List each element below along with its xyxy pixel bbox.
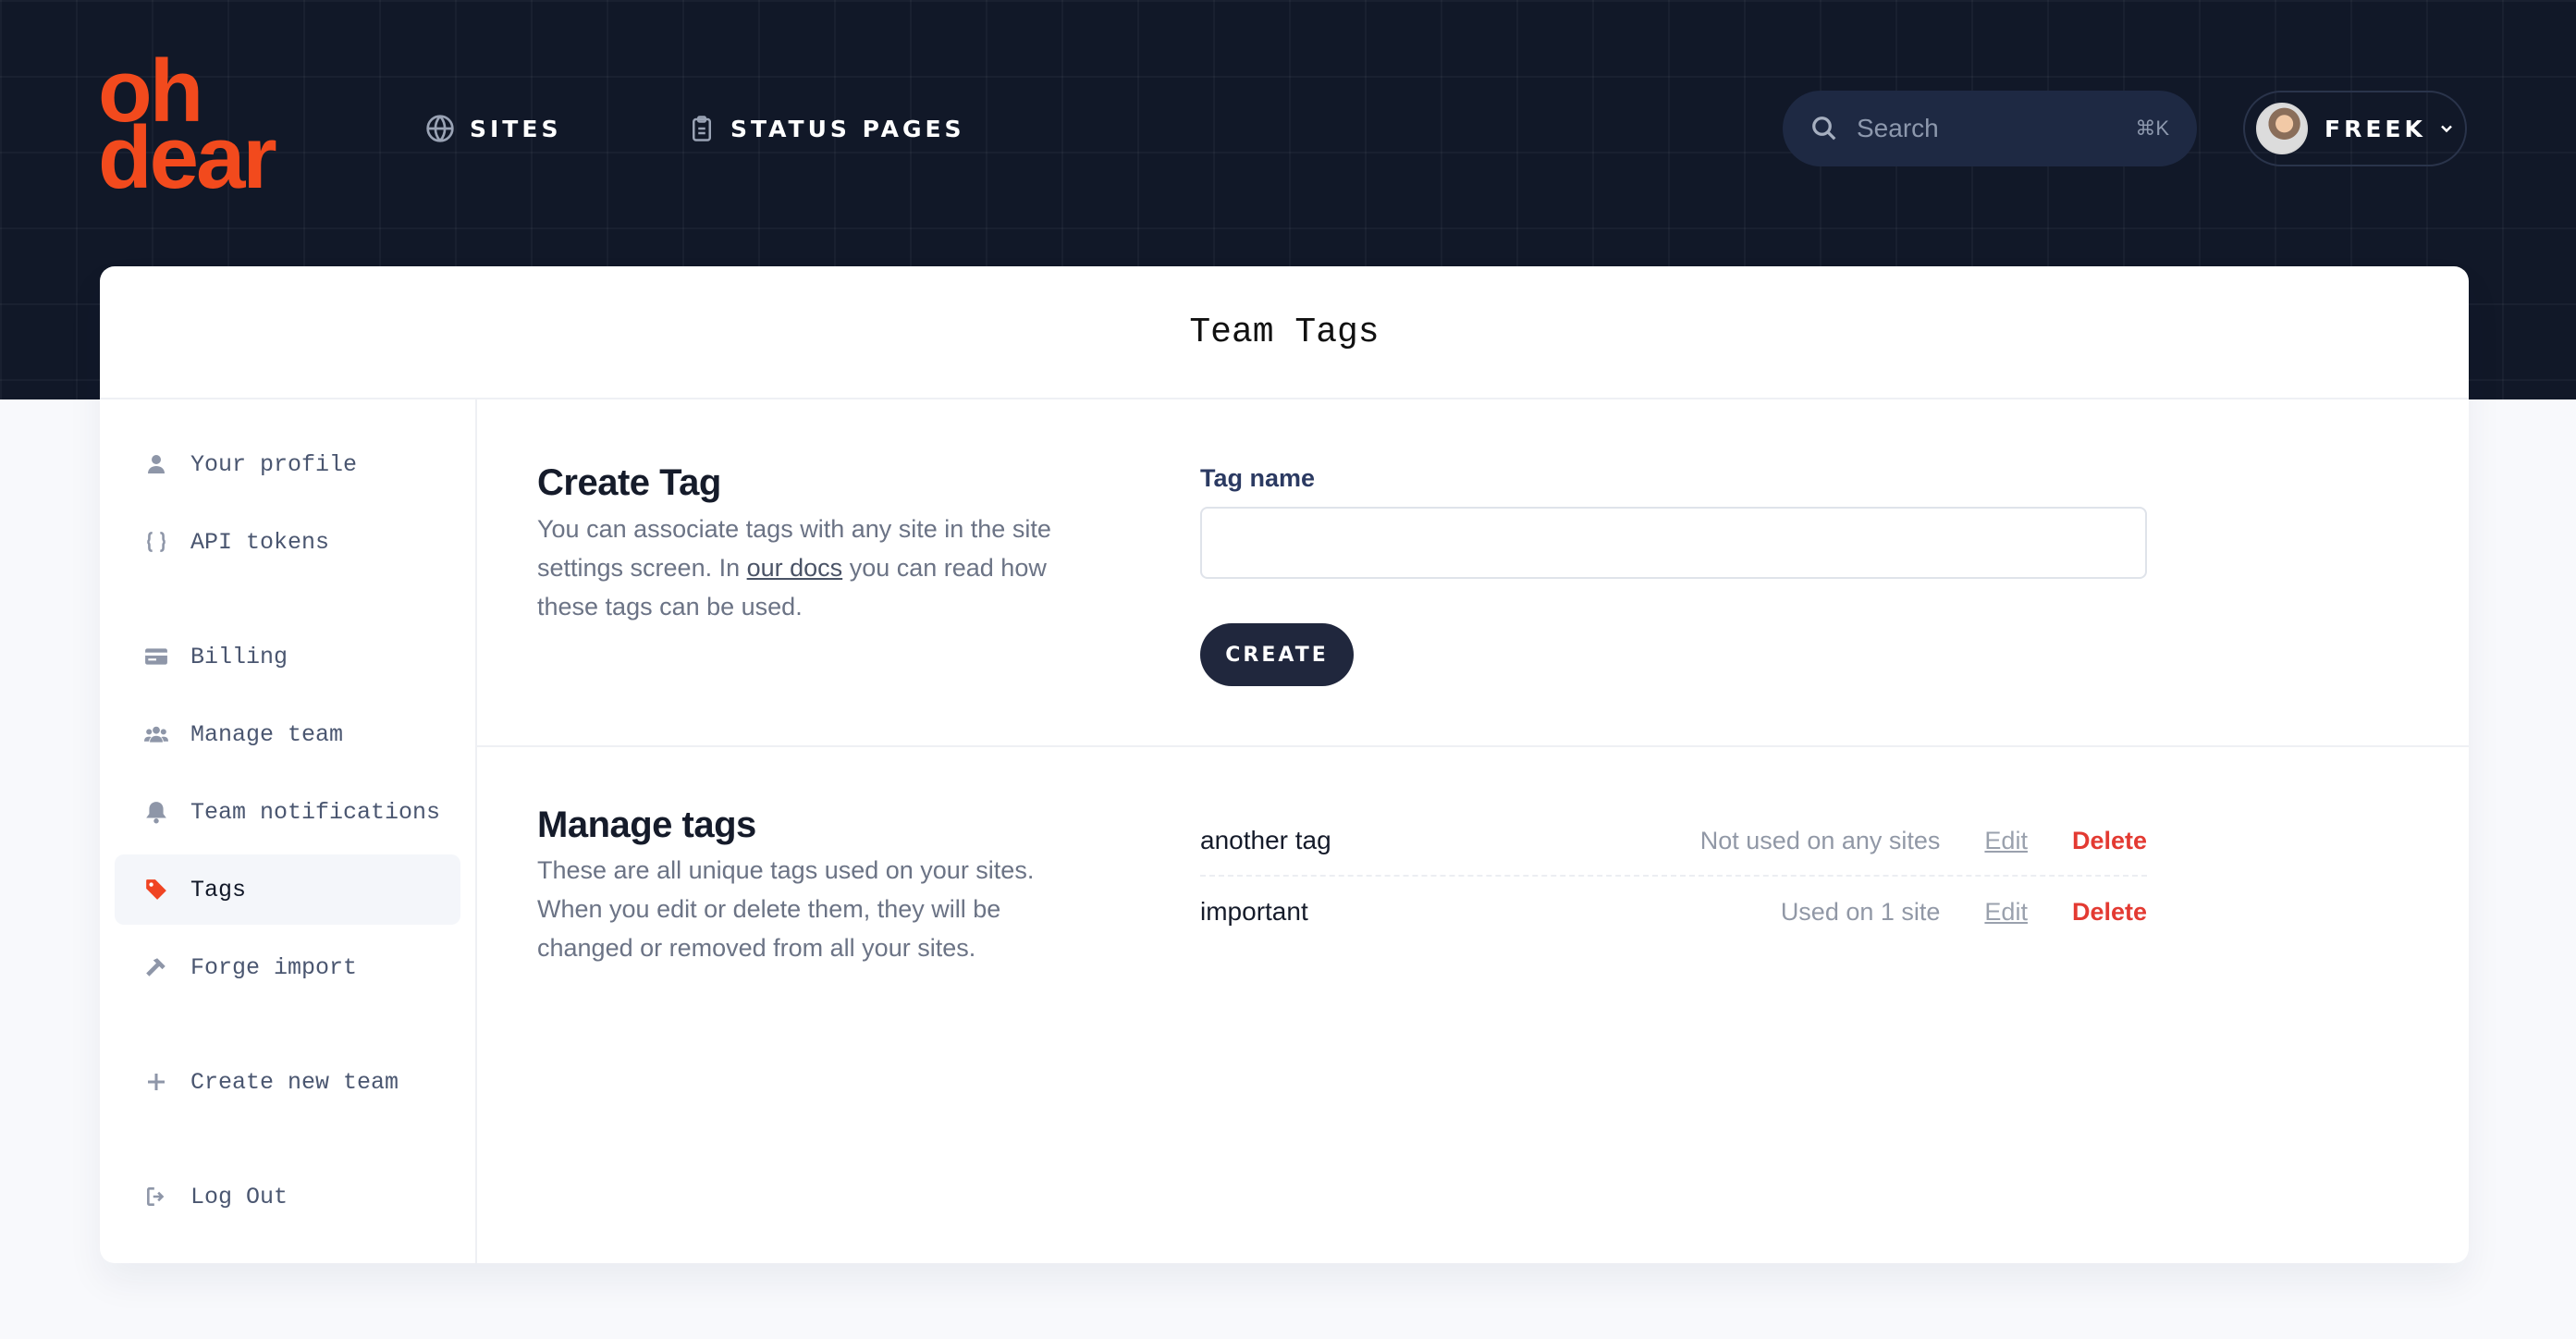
sidebar-item-log-out[interactable]: Log Out: [115, 1161, 460, 1232]
tag-name-label: Tag name: [1200, 464, 1316, 492]
section-divider: [477, 745, 2469, 747]
sidebar-item-team-notifications[interactable]: Team notifications: [115, 777, 460, 847]
settings-card: Team Tags Your profile API tokens Billin…: [100, 266, 2469, 1263]
tag-name: another tag: [1200, 826, 1331, 854]
table-row: another tag Not used on any sites Edit D…: [1200, 806, 2147, 877]
tag-name: important: [1200, 897, 1308, 926]
tag-name-input[interactable]: [1200, 507, 2147, 579]
sidebar-item-label: Forge import: [190, 953, 358, 981]
sidebar-item-your-profile[interactable]: Your profile: [115, 429, 460, 499]
page-title: Team Tags: [100, 266, 2469, 399]
search-placeholder: Search: [1857, 114, 1939, 142]
nav-sites[interactable]: SITES: [425, 109, 561, 148]
sidebar-item-label: Create new team: [190, 1068, 399, 1096]
user-name: FREEK: [2325, 115, 2426, 142]
edit-link[interactable]: Edit: [1984, 827, 2028, 855]
globe-icon: [426, 115, 454, 142]
search-icon: [1812, 117, 1836, 141]
edit-link[interactable]: Edit: [1984, 898, 2028, 927]
sidebar-item-manage-team[interactable]: Manage team: [115, 699, 460, 769]
user-menu[interactable]: FREEK: [2243, 91, 2467, 166]
oh-dear-logo[interactable]: oh dear: [98, 47, 301, 207]
create-tag-description: You can associate tags with any site in …: [537, 510, 1092, 626]
users-icon: [144, 722, 168, 746]
sidebar-item-label: Manage team: [190, 720, 344, 748]
avatar: [2256, 103, 2308, 154]
logo-line-2: dear: [98, 108, 277, 207]
braces-icon: [144, 530, 168, 554]
credit-card-icon: [144, 645, 168, 669]
tag-usage: Used on 1 site: [1780, 897, 1941, 926]
settings-sidebar: Your profile API tokens Billing Manage t…: [100, 399, 477, 1263]
docs-link[interactable]: our docs: [747, 554, 843, 582]
sidebar-item-api-tokens[interactable]: API tokens: [115, 507, 460, 577]
sidebar-item-create-new-team[interactable]: Create new team: [115, 1047, 460, 1117]
sidebar-item-forge-import[interactable]: Forge import: [115, 932, 460, 1002]
tag-icon: [144, 878, 168, 902]
search-box[interactable]: Search ⌘K: [1783, 91, 2197, 166]
sidebar-item-label: Tags: [190, 876, 247, 903]
logout-icon: [144, 1185, 168, 1209]
plus-icon: [144, 1070, 168, 1094]
hammer-icon: [144, 955, 168, 979]
sidebar-item-label: Team notifications: [190, 798, 441, 826]
sidebar-item-tags[interactable]: Tags: [115, 854, 460, 925]
create-button[interactable]: CREATE: [1200, 623, 1354, 686]
tag-usage: Not used on any sites: [1699, 826, 1941, 854]
delete-link[interactable]: Delete: [2072, 827, 2147, 855]
nav-status-pages[interactable]: STATUS PAGES: [688, 109, 965, 148]
sidebar-item-label: Your profile: [190, 450, 358, 478]
sidebar-item-billing[interactable]: Billing: [115, 621, 460, 692]
sidebar-item-label: Billing: [190, 643, 288, 670]
manage-tags-title: Manage tags: [537, 805, 756, 845]
table-row: important Used on 1 site Edit Delete: [1200, 877, 2147, 947]
search-shortcut: ⌘K: [2135, 117, 2169, 140]
manage-tags-description: These are all unique tags used on your s…: [537, 856, 1035, 962]
delete-link[interactable]: Delete: [2072, 898, 2147, 927]
nav-sites-label: SITES: [470, 115, 562, 142]
sidebar-item-label: API tokens: [190, 528, 330, 556]
clipboard-icon: [693, 116, 711, 141]
create-tag-title: Create Tag: [537, 462, 721, 503]
user-icon: [144, 452, 168, 476]
nav-status-pages-label: STATUS PAGES: [730, 115, 965, 142]
sidebar-item-label: Log Out: [190, 1183, 288, 1210]
chevron-down-icon: [2440, 125, 2452, 133]
bell-icon: [144, 800, 168, 824]
